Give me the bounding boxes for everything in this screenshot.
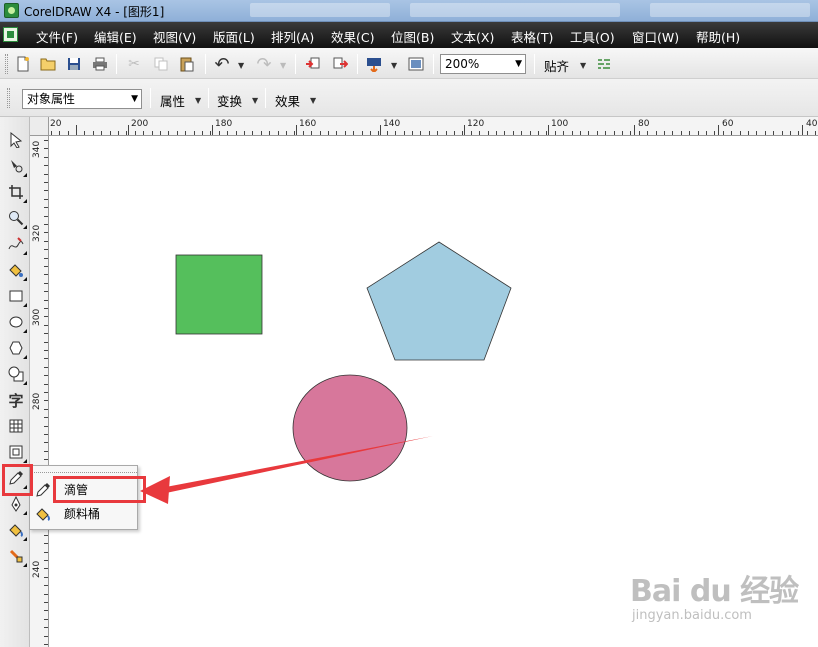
eyedropper-icon: [34, 481, 52, 499]
watermark-url: jingyan.baidu.com: [632, 608, 752, 623]
green-rectangle[interactable]: [175, 254, 263, 335]
paint-bucket-menu-item[interactable]: 颜料桶: [56, 504, 136, 525]
annotation-arrow-shaft: [150, 436, 433, 496]
paint-bucket-icon: [34, 505, 52, 523]
canvas-shapes: [140, 241, 512, 504]
highlight-eyedropper-item: [53, 476, 146, 503]
watermark-logo-text: Bai du 经验: [630, 574, 799, 609]
baidu-jingyan-watermark: Bai du 经验 jingyan.baidu.com: [630, 560, 799, 640]
flyout-grip[interactable]: [30, 466, 137, 473]
pink-ellipse[interactable]: [292, 374, 408, 482]
coreldraw-window: CorelDRAW X4 - [图形1] 文件(F) 编辑(E) 视图(V) 版…: [0, 0, 818, 647]
paint-bucket-label: 颜料桶: [64, 507, 101, 521]
blue-pentagon[interactable]: [366, 241, 512, 361]
highlight-eyedropper-tool: [2, 464, 33, 496]
